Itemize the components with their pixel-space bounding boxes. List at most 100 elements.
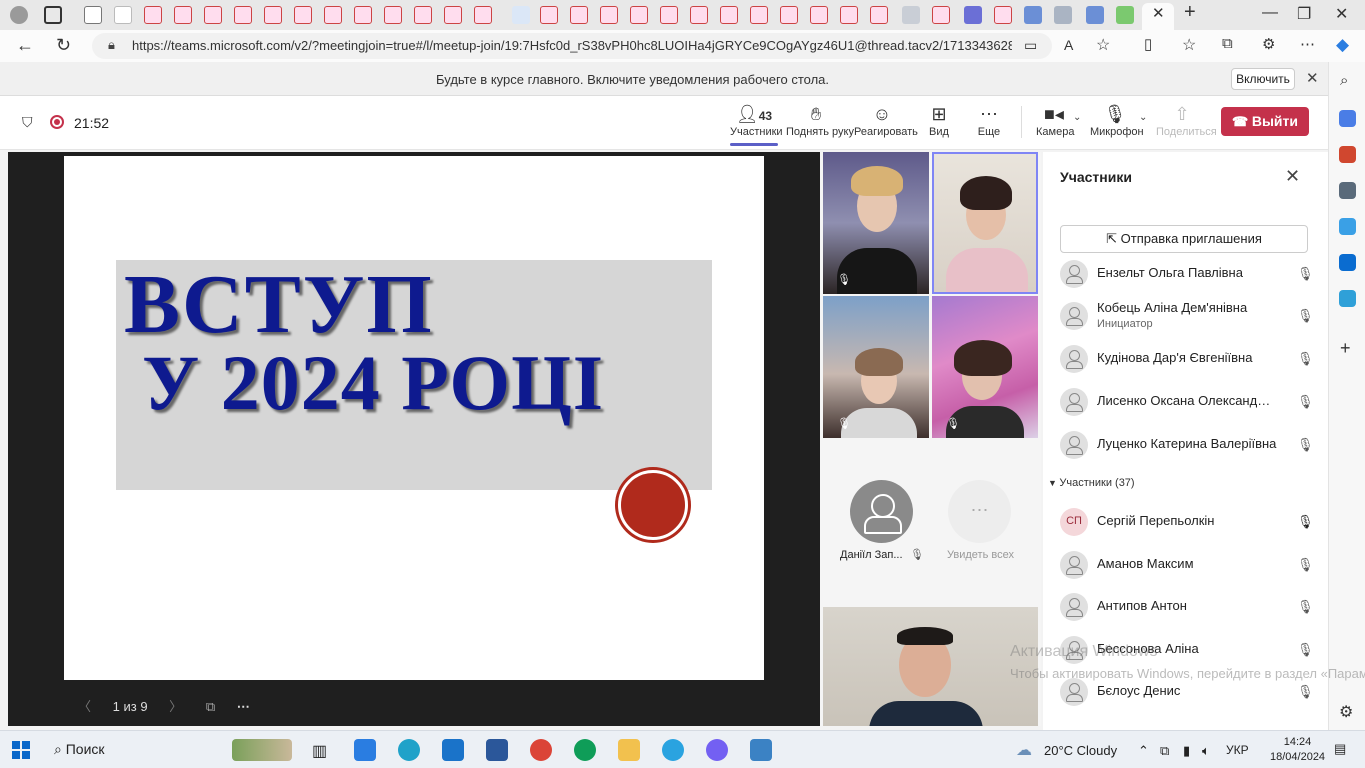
app-icon[interactable]: [750, 739, 772, 761]
list-item[interactable]: Кудінова Дар'я Євгеніївна 🎙︎: [1060, 341, 1320, 381]
camera-button[interactable]: ■◂ Камера: [1036, 102, 1074, 138]
list-item[interactable]: Антипов Антон 🎙︎: [1060, 589, 1320, 629]
tab-favicon-icon[interactable]: [1054, 6, 1072, 24]
close-notification-icon[interactable]: ✕: [1306, 69, 1319, 87]
tab-favicon-icon[interactable]: [414, 6, 432, 24]
video-tile[interactable]: 🎙︎: [823, 152, 929, 294]
video-tile[interactable]: 🎙︎: [823, 296, 929, 438]
file-explorer-icon[interactable]: [618, 739, 640, 761]
search-highlight-icon[interactable]: [232, 739, 292, 761]
settings-icon[interactable]: ⚙: [1339, 702, 1353, 722]
tab-favicon-icon[interactable]: [1024, 6, 1042, 24]
tab-favicon-icon[interactable]: [444, 6, 462, 24]
slide-thumbnails-icon[interactable]: ⧉: [206, 699, 215, 714]
shield-icon[interactable]: ⛉: [22, 114, 33, 131]
back-icon[interactable]: ←: [16, 35, 34, 56]
chrome-icon[interactable]: [574, 739, 596, 761]
list-item[interactable]: Аманов Максим 🎙︎: [1060, 547, 1320, 587]
list-item[interactable]: Ензельт Ольга Павлівна 🎙︎: [1060, 256, 1320, 296]
add-icon[interactable]: +: [1340, 338, 1351, 359]
camera-options-chevron-icon[interactable]: ⌄: [1073, 112, 1081, 123]
task-view-icon[interactable]: ▥: [312, 741, 327, 761]
close-tab-icon[interactable]: ✕: [1152, 4, 1165, 22]
edge-icon[interactable]: [398, 739, 420, 761]
send-icon[interactable]: [1339, 290, 1356, 307]
tab-favicon-icon[interactable]: [600, 6, 618, 24]
tab-favicon-icon[interactable]: [234, 6, 252, 24]
list-item[interactable]: Кобець Аліна Дем'янівна Инициатор 🎙︎: [1060, 298, 1320, 338]
tab-favicon-icon[interactable]: [324, 6, 342, 24]
tab-favicon-icon[interactable]: [294, 6, 312, 24]
tab-favicon-icon[interactable]: [204, 6, 222, 24]
tab-favicon-icon[interactable]: [354, 6, 372, 24]
send-invite-button[interactable]: ⇱ Отправка приглашения: [1060, 225, 1308, 253]
tab-favicon-icon[interactable]: [964, 6, 982, 24]
tab-favicon-icon[interactable]: [932, 6, 950, 24]
notifications-icon[interactable]: ▤: [1334, 741, 1346, 757]
leave-button[interactable]: ☎︎ Выйти: [1221, 107, 1309, 136]
close-panel-icon[interactable]: ✕: [1285, 166, 1300, 187]
mic-options-chevron-icon[interactable]: ⌄: [1139, 112, 1147, 123]
slide-more-icon[interactable]: ⋯: [237, 699, 250, 714]
split-screen-icon[interactable]: ▯: [1144, 35, 1152, 53]
tab-favicon-icon[interactable]: [994, 6, 1012, 24]
tab-favicon-icon[interactable]: [512, 6, 530, 24]
previous-slide-icon[interactable]: 〈: [78, 699, 91, 714]
search-icon[interactable]: ⌕: [1340, 72, 1348, 89]
list-item[interactable]: Луценко Катерина Валеріївна 🎙︎: [1060, 427, 1320, 467]
tab-favicon-icon[interactable]: [870, 6, 888, 24]
cloud-icon[interactable]: ☁: [1016, 740, 1032, 760]
address-bar[interactable]: 🔒︎ https://teams.microsoft.com/v2/?meeti…: [92, 33, 1052, 59]
tab-favicon-icon[interactable]: [264, 6, 282, 24]
raise-hand-button[interactable]: ✋︎ Поднять руку: [786, 102, 854, 138]
video-tile[interactable]: 🎙︎: [932, 296, 1038, 438]
tab-favicon-icon[interactable]: [540, 6, 558, 24]
close-window-icon[interactable]: ✕: [1335, 4, 1348, 24]
tab-favicon-icon[interactable]: [1086, 6, 1104, 24]
tab-favicon-icon[interactable]: [660, 6, 678, 24]
maximize-icon[interactable]: ❐: [1297, 4, 1311, 24]
tab-favicon-icon[interactable]: [840, 6, 858, 24]
profile-icon[interactable]: [10, 6, 28, 24]
tab-favicon-icon[interactable]: [780, 6, 798, 24]
telegram-icon[interactable]: [662, 739, 684, 761]
more-button[interactable]: ⋯ Еще: [974, 102, 1004, 138]
participants-button[interactable]: 👤︎43 Участники: [730, 102, 783, 138]
tab-favicon-icon[interactable]: [474, 6, 492, 24]
viber-icon[interactable]: [706, 739, 728, 761]
read-aloud-icon[interactable]: A: [1064, 37, 1073, 53]
tab-favicon-icon[interactable]: [84, 6, 102, 24]
battery-icon[interactable]: ▮: [1183, 743, 1190, 759]
volume-icon[interactable]: 🔈︎: [1202, 743, 1210, 759]
tab-favicon-icon[interactable]: [902, 6, 920, 24]
self-video-tile[interactable]: [823, 607, 1038, 726]
participants-section-header[interactable]: ▼ Участники (37): [1048, 477, 1135, 489]
favorites-icon[interactable]: ☆: [1182, 35, 1196, 55]
enable-notifications-button[interactable]: Включить: [1231, 68, 1295, 90]
participant-avatar[interactable]: [850, 480, 913, 543]
word-icon[interactable]: [486, 739, 508, 761]
windows-start-icon[interactable]: [12, 741, 30, 759]
tab-actions-icon[interactable]: [44, 6, 62, 24]
next-slide-icon[interactable]: 〉: [169, 699, 182, 714]
language-indicator[interactable]: УКР: [1226, 743, 1249, 757]
tab-favicon-icon[interactable]: [570, 6, 588, 24]
weather-text[interactable]: 20°C Cloudy: [1044, 743, 1117, 758]
tab-favicon-icon[interactable]: [750, 6, 768, 24]
extensions-icon[interactable]: ⚙: [1262, 35, 1275, 53]
share-button[interactable]: ⇧ Поделиться: [1156, 102, 1217, 138]
tab-favicon-icon[interactable]: [690, 6, 708, 24]
office-icon[interactable]: [1339, 218, 1356, 235]
store-icon[interactable]: [354, 739, 376, 761]
tab-favicon-icon[interactable]: [144, 6, 162, 24]
collections-icon[interactable]: ⧉: [1222, 35, 1233, 52]
mic-button[interactable]: 🎙︎ Микрофон: [1090, 102, 1144, 138]
tag-icon[interactable]: [1339, 110, 1356, 127]
tab-favicon-icon[interactable]: [720, 6, 738, 24]
network-icon[interactable]: ⧉: [1160, 743, 1169, 759]
video-tile-active-speaker[interactable]: [932, 152, 1038, 294]
outlook-icon[interactable]: [1339, 254, 1356, 271]
react-button[interactable]: ☺ Реагировать: [854, 102, 918, 138]
tab-favicon-icon[interactable]: [810, 6, 828, 24]
taskbar-search[interactable]: ⌕ Поиск: [54, 741, 105, 758]
